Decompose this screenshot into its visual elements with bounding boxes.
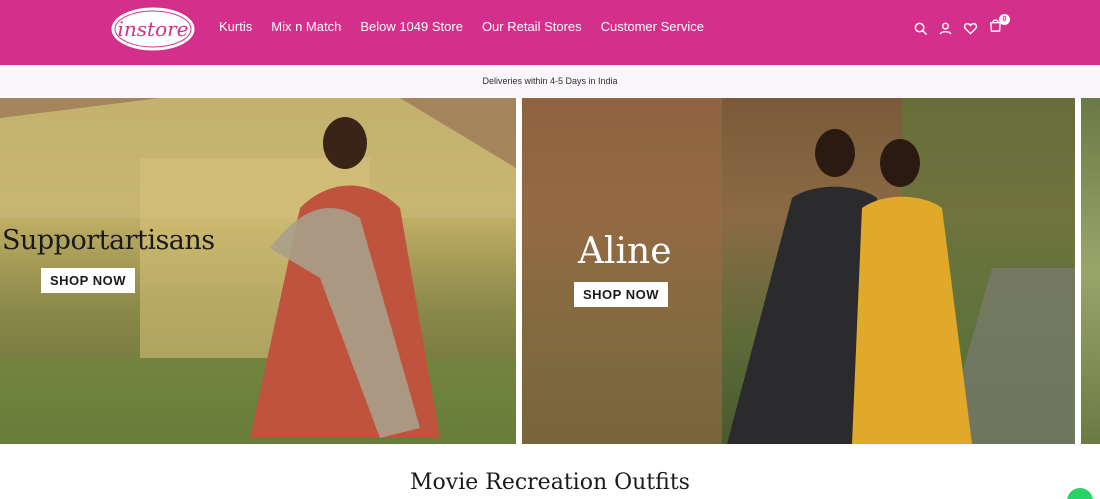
logo-text: instore — [117, 17, 188, 41]
cart-button[interactable]: 0 — [988, 14, 1010, 38]
main-nav: Kurtis Mix n Match Below 1049 Store Our … — [219, 19, 704, 34]
nav-item-below-1049-store[interactable]: Below 1049 Store — [360, 19, 463, 34]
nav-item-mix-n-match[interactable]: Mix n Match — [271, 19, 341, 34]
shop-now-button[interactable]: SHOP NOW — [574, 282, 668, 307]
shop-now-button[interactable]: SHOP NOW — [41, 268, 135, 293]
slide-title: Supportartisans — [2, 225, 215, 256]
account-icon[interactable] — [938, 21, 953, 36]
instore-logo[interactable]: instore — [108, 4, 198, 54]
hero-slide-supportartisans[interactable]: Supportartisans SHOP NOW — [0, 98, 516, 444]
search-icon[interactable] — [913, 21, 928, 36]
site-header: instore Kurtis Mix n Match Below 1049 St… — [0, 0, 1100, 65]
announcement-bar: Deliveries within 4-5 Days in India — [0, 65, 1100, 98]
nav-item-kurtis[interactable]: Kurtis — [219, 19, 252, 34]
hero-slide-aline[interactable]: Aline SHOP NOW — [522, 98, 1075, 444]
header-icons: 0 — [913, 14, 1010, 38]
hero-slide-next-peek[interactable] — [1081, 98, 1100, 444]
nav-item-our-retail-stores[interactable]: Our Retail Stores — [482, 19, 582, 34]
cart-count-badge: 0 — [999, 14, 1010, 25]
heart-icon[interactable] — [963, 21, 978, 36]
nav-item-customer-service[interactable]: Customer Service — [601, 19, 704, 34]
slide-title: Aline — [578, 231, 672, 272]
section-title: Movie Recreation Outfits — [410, 470, 690, 495]
